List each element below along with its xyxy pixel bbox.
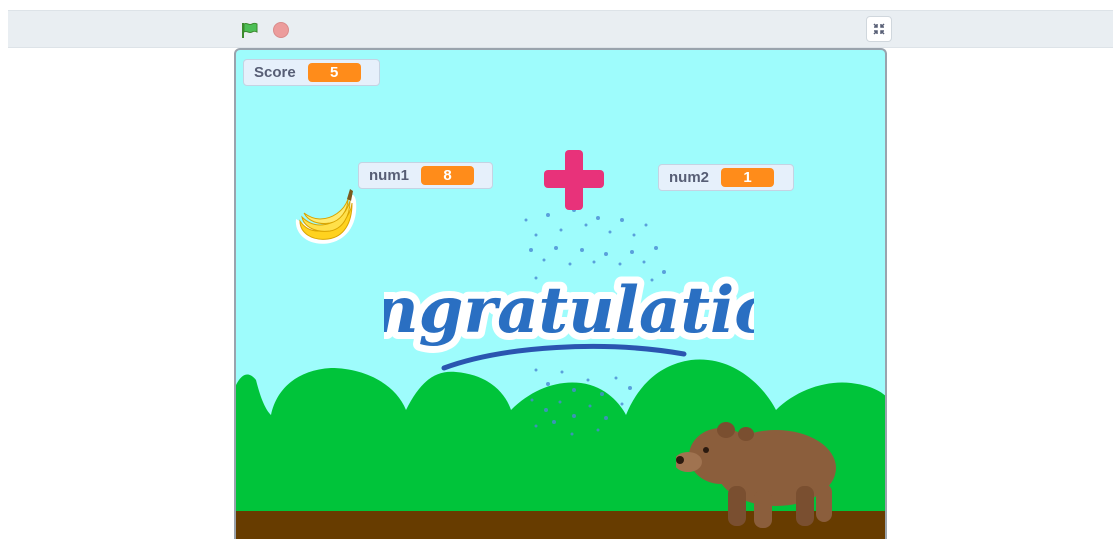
exit-fullscreen-button[interactable]: [866, 16, 892, 42]
score-monitor[interactable]: Score 5: [243, 59, 380, 86]
bear-sprite[interactable]: [676, 416, 841, 531]
num1-monitor[interactable]: num1 8: [358, 162, 493, 189]
banner-text: Congratulations: [384, 273, 754, 348]
exit-fullscreen-icon: [873, 23, 885, 35]
score-label: Score: [254, 64, 296, 81]
num2-label: num2: [669, 169, 710, 186]
score-value: 5: [307, 63, 361, 82]
num1-label: num1: [369, 167, 410, 184]
congratulations-banner: Congratulations Congratulations: [384, 266, 754, 371]
plus-sign-sprite[interactable]: [542, 148, 606, 212]
num2-monitor[interactable]: num2 1: [658, 164, 794, 191]
stage-header: [8, 10, 1113, 48]
num2-value: 1: [721, 168, 775, 187]
green-flag-icon[interactable]: [240, 20, 260, 40]
stage[interactable]: Congratulations Congratulations Score 5 …: [234, 48, 887, 539]
stop-icon[interactable]: [273, 22, 289, 38]
num1-value: 8: [421, 166, 475, 185]
banana-sprite[interactable]: [290, 183, 362, 251]
